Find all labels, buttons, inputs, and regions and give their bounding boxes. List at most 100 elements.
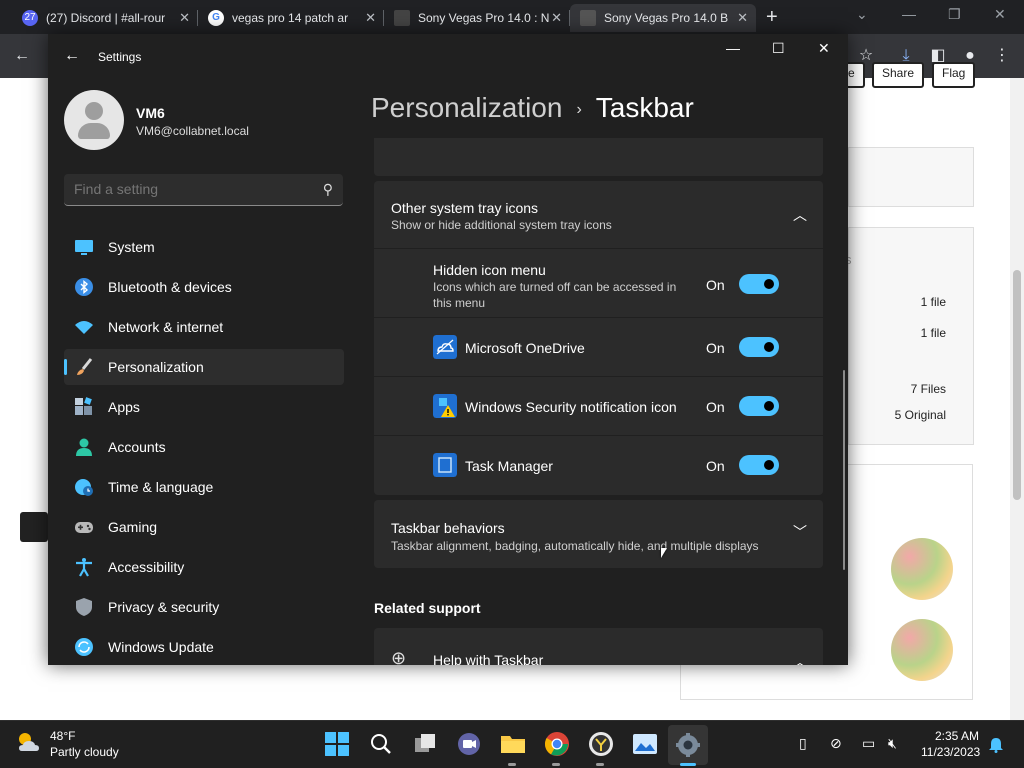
- share-button[interactable]: Share: [872, 62, 925, 88]
- photos-icon[interactable]: [632, 731, 658, 757]
- task-manager-toggle[interactable]: [739, 455, 779, 475]
- hidden-icon-menu-toggle[interactable]: [739, 274, 779, 294]
- tab-search-icon[interactable]: ⌄: [856, 6, 868, 23]
- sidebar-item-personalization[interactable]: Personalization: [64, 349, 344, 385]
- app-icon[interactable]: [588, 731, 614, 757]
- browser-tab-archive-1[interactable]: Sony Vegas Pro 14.0 : N ✕: [384, 4, 570, 32]
- active-indicator: [680, 763, 696, 766]
- teams-chat-icon[interactable]: [456, 731, 482, 757]
- sidebar-item-label: Personalization: [108, 359, 204, 375]
- close-tab-icon[interactable]: ✕: [179, 10, 190, 26]
- flag-button[interactable]: Flag: [932, 62, 976, 88]
- google-icon: G: [208, 10, 224, 26]
- notification-bell-icon[interactable]: [988, 737, 1004, 753]
- help-link[interactable]: Help with Taskbar: [433, 652, 543, 665]
- breadcrumb-parent[interactable]: Personalization: [371, 92, 562, 123]
- maximize-button[interactable]: ☐: [772, 40, 785, 57]
- chrome-icon[interactable]: [544, 731, 570, 757]
- volume-muted-icon[interactable]: 🔇︎: [888, 735, 897, 752]
- start-icon[interactable]: [324, 731, 350, 757]
- close-tab-icon[interactable]: ✕: [551, 10, 562, 26]
- sidebar-item-label: Bluetooth & devices: [108, 279, 232, 295]
- sidebar-item-privacy-security[interactable]: Privacy & security: [64, 589, 344, 625]
- row-title: Microsoft OneDrive: [465, 340, 585, 356]
- sidebar-item-time-language[interactable]: Time & language: [64, 469, 344, 505]
- windows-security-toggle[interactable]: [739, 396, 779, 416]
- onedrive-tray-icon[interactable]: ▭: [862, 735, 875, 752]
- toggle-state-label: On: [706, 399, 725, 415]
- page-title: Taskbar: [595, 92, 694, 123]
- onedrive-toggle[interactable]: [739, 337, 779, 357]
- restore-icon[interactable]: ❐: [948, 6, 961, 23]
- apps-icon: [75, 397, 92, 415]
- chevron-up-icon[interactable]: ︿: [793, 652, 807, 665]
- browser-tab-label: (27) Discord | #all-rour: [46, 11, 166, 25]
- clock-date[interactable]: 11/23/2023: [921, 745, 980, 759]
- security-warning-icon: [433, 394, 457, 418]
- settings-taskbar-button[interactable]: [668, 725, 708, 765]
- browser-tab-google[interactable]: G vegas pro 14 patch ar ✕: [198, 4, 384, 32]
- browser-tab-strip: 27 (27) Discord | #all-rour ✕ G vegas pr…: [0, 0, 1024, 34]
- tray-row-onedrive: Microsoft OneDrive On: [374, 318, 823, 376]
- toggle-state-label: On: [706, 458, 725, 474]
- content-scrollbar[interactable]: [843, 370, 845, 570]
- sidebar-item-network[interactable]: Network & internet: [64, 309, 344, 345]
- tray-row-windows-security: Windows Security notification icon On: [374, 377, 823, 435]
- bluetooth-icon: [75, 278, 93, 296]
- breadcrumb: Personalization › Taskbar: [371, 92, 694, 124]
- sidebar-item-accounts[interactable]: Accounts: [64, 429, 344, 465]
- section-subtitle: Show or hide additional system tray icon…: [391, 218, 612, 232]
- minimize-button[interactable]: —: [726, 40, 740, 56]
- shield-icon: [76, 598, 92, 616]
- windows-taskbar: 48°F Partly cloudy ▯ ⊘ ▭ 🔇︎ 2:35 AM 11/2…: [0, 720, 1024, 768]
- file-explorer-icon[interactable]: [500, 731, 526, 757]
- page-scrollbar[interactable]: [1010, 78, 1024, 720]
- clock-time[interactable]: 2:35 AM: [935, 729, 979, 743]
- app-title: Settings: [98, 50, 142, 64]
- close-tab-icon[interactable]: ✕: [365, 10, 376, 26]
- sidebar-item-system[interactable]: System: [64, 229, 344, 265]
- search-box[interactable]: ⚲: [64, 174, 343, 206]
- close-icon[interactable]: ✕: [994, 6, 1006, 23]
- sidebar-item-gaming[interactable]: Gaming: [64, 509, 344, 545]
- sidebar-item-bluetooth[interactable]: Bluetooth & devices: [64, 269, 344, 305]
- close-button[interactable]: ✕: [818, 40, 830, 57]
- partly-cloudy-icon[interactable]: [16, 731, 42, 753]
- sidebar-item-accessibility[interactable]: Accessibility: [64, 549, 344, 585]
- task-view-icon[interactable]: [413, 731, 439, 757]
- globe-clock-icon: [75, 479, 93, 496]
- taskbar-behaviors-header[interactable]: Taskbar behaviors Taskbar alignment, bad…: [374, 500, 823, 568]
- chevron-down-icon[interactable]: ﹀: [793, 522, 807, 542]
- browser-tab-archive-2[interactable]: Sony Vegas Pro 14.0 B ✕: [570, 4, 756, 32]
- sidebar-item-label: Privacy & security: [108, 599, 220, 615]
- chat-bubble-icon[interactable]: [20, 512, 48, 542]
- row-title: Windows Security notification icon: [465, 399, 677, 415]
- title-bar: ← Settings — ☐ ✕: [48, 34, 848, 78]
- network-off-icon[interactable]: ⊘: [830, 735, 842, 752]
- task-manager-icon: [433, 453, 457, 477]
- avatar[interactable]: [64, 90, 124, 150]
- help-with-taskbar-row[interactable]: ⊕ Help with Taskbar ︿: [374, 628, 823, 665]
- section-title: Other system tray icons: [391, 200, 539, 216]
- search-icon: ⚲: [322, 181, 333, 197]
- search-icon[interactable]: [368, 731, 394, 757]
- search-input[interactable]: [74, 181, 304, 197]
- running-indicator: [508, 763, 516, 766]
- minimize-icon[interactable]: —: [902, 6, 916, 22]
- gamepad-icon: [75, 522, 93, 533]
- sidebar-item-windows-update[interactable]: Windows Update: [64, 629, 344, 665]
- sidebar-item-apps[interactable]: Apps: [64, 389, 344, 425]
- menu-icon[interactable]: ⋮: [990, 44, 1014, 68]
- tablet-icon[interactable]: ▯: [799, 735, 807, 752]
- mouse-pointer: [661, 548, 667, 558]
- back-arrow-icon[interactable]: ←: [64, 47, 80, 65]
- running-indicator: [596, 763, 604, 766]
- browser-tab-discord[interactable]: 27 (27) Discord | #all-rour ✕: [12, 4, 198, 32]
- new-tab-button[interactable]: +: [766, 6, 778, 29]
- wifi-icon: [75, 321, 93, 334]
- other-tray-icons-header[interactable]: Other system tray icons Show or hide add…: [374, 181, 823, 248]
- back-icon[interactable]: ←: [10, 44, 34, 68]
- sidebar-item-label: Windows Update: [108, 639, 214, 655]
- chevron-up-icon[interactable]: ︿: [793, 205, 807, 225]
- close-tab-icon[interactable]: ✕: [737, 10, 748, 26]
